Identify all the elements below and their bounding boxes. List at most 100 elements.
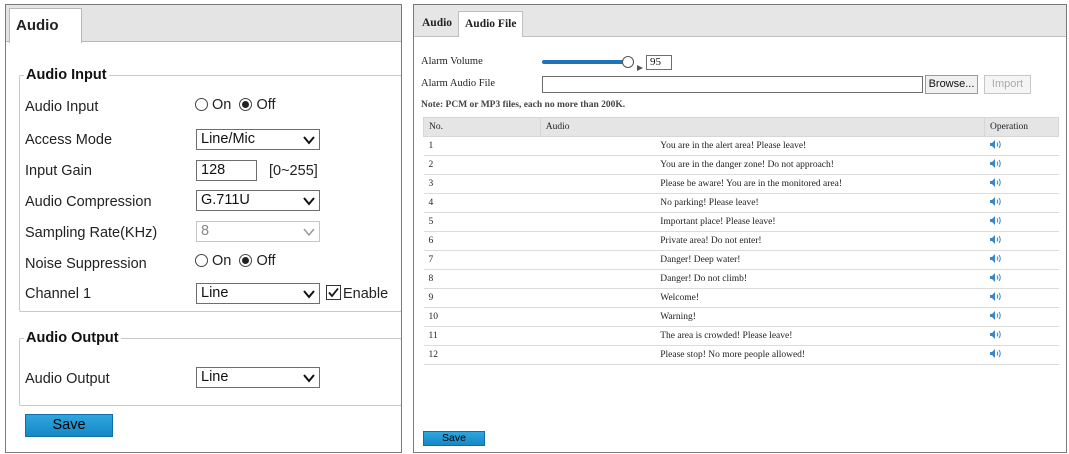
row-number: 1: [423, 136, 541, 156]
table-row: 10 Warning!: [423, 307, 1059, 327]
audio-message: Warning!: [540, 307, 985, 327]
table-row: 9 Welcome!: [423, 288, 1059, 308]
channel-1-label: Channel 1: [25, 286, 92, 302]
save-button[interactable]: Save: [25, 414, 113, 437]
channel-1-enable-checkbox[interactable]: [326, 285, 341, 300]
channel-1-enable-label: Enable: [343, 286, 389, 302]
audio-message: Welcome!: [540, 288, 985, 308]
audio-message: Danger! Do not climb!: [540, 269, 985, 289]
noise-suppression-radio-group: On Off: [195, 253, 280, 269]
row-number: 12: [423, 345, 541, 365]
audio-file-table: No. Audio Operation 1 You are in the aler…: [423, 117, 1059, 365]
audio-message: You are in the danger zone! Do not appro…: [540, 155, 985, 175]
table-row: 12 Please stop! No more people allowed!: [423, 345, 1059, 365]
table-header-row: No. Audio Operation: [423, 117, 1059, 137]
speaker-icon[interactable]: [989, 310, 1002, 324]
audio-input-off-radio[interactable]: [239, 98, 253, 111]
channel-1-value: Line: [201, 285, 229, 301]
row-number: 8: [423, 269, 541, 289]
noise-suppression-on-radio[interactable]: [195, 254, 208, 267]
speaker-icon[interactable]: [989, 139, 1002, 153]
browse-button[interactable]: Browse...: [925, 75, 978, 94]
speaker-icon[interactable]: [989, 253, 1002, 267]
input-gain-input[interactable]: 128: [196, 160, 257, 181]
speaker-icon[interactable]: [989, 158, 1002, 172]
audio-compression-select[interactable]: G.711U: [196, 190, 320, 211]
speaker-icon[interactable]: [989, 215, 1002, 229]
audio-table-body: 1 You are in the alert area! Please leave…: [423, 136, 1059, 365]
speaker-icon[interactable]: [989, 196, 1002, 210]
speaker-icon[interactable]: [989, 234, 1002, 248]
input-gain-label: Input Gain: [25, 163, 92, 179]
noise-suppression-on-label: On: [212, 253, 232, 269]
alarm-audio-file-label: Alarm Audio File: [421, 78, 496, 89]
tab-bar: Audio: [6, 5, 401, 43]
alarm-volume-slider-thumb[interactable]: [622, 56, 634, 68]
chevron-down-icon: [302, 371, 316, 385]
audio-settings-panel: Audio Audio Input Audio Input On Off Acc…: [5, 4, 402, 453]
tab-audio[interactable]: Audio: [416, 11, 458, 37]
audio-message: Important place! Please leave!: [540, 212, 985, 232]
operation-cell: [984, 136, 1059, 156]
table-row: 3 Please be aware! You are in the monitor…: [423, 174, 1059, 194]
audio-compression-label: Audio Compression: [25, 194, 152, 210]
row-number: 4: [423, 193, 541, 213]
audio-message: You are in the alert area! Please leave!: [540, 136, 985, 156]
audio-input-on-radio[interactable]: [195, 98, 208, 111]
audio-message: Private area! Do not enter!: [540, 231, 985, 251]
table-row: 7 Danger! Deep water!: [423, 250, 1059, 270]
operation-cell: [984, 345, 1059, 365]
alarm-volume-slider-track[interactable]: [542, 60, 634, 64]
audio-file-panel: Audio Audio File Alarm Volume 95 Alarm A…: [413, 4, 1067, 453]
audio-message: Please be aware! You are in the monitore…: [540, 174, 985, 194]
operation-cell: [984, 155, 1059, 175]
tab-bar: Audio Audio File: [414, 5, 1066, 37]
speaker-icon[interactable]: [989, 177, 1002, 191]
chevron-down-icon: [302, 287, 316, 301]
row-number: 11: [423, 326, 541, 346]
operation-cell: [984, 212, 1059, 232]
alarm-volume-input[interactable]: 95: [646, 55, 672, 70]
table-row: 5 Important place! Please leave!: [423, 212, 1059, 232]
chevron-down-icon: [302, 194, 316, 208]
audio-message: No parking! Please leave!: [540, 193, 985, 213]
chevron-down-icon: [302, 225, 316, 239]
speaker-icon[interactable]: [989, 329, 1002, 343]
row-number: 9: [423, 288, 541, 308]
row-number: 10: [423, 307, 541, 327]
save-button[interactable]: Save: [423, 431, 485, 446]
table-row: 2 You are in the danger zone! Do not appr…: [423, 155, 1059, 175]
audio-input-label: Audio Input: [25, 99, 99, 115]
audio-output-label: Audio Output: [25, 371, 110, 387]
speaker-icon[interactable]: [989, 272, 1002, 286]
table-row: 1 You are in the alert area! Please leave…: [423, 136, 1059, 156]
operation-cell: [984, 269, 1059, 289]
tab-audio-file[interactable]: Audio File: [458, 11, 524, 37]
audio-output-legend: Audio Output: [24, 330, 121, 346]
row-number: 7: [423, 250, 541, 270]
channel-1-select[interactable]: Line: [196, 283, 320, 304]
audio-output-value: Line: [201, 369, 229, 385]
row-number: 5: [423, 212, 541, 232]
audio-input-on-label: On: [212, 97, 232, 113]
operation-cell: [984, 307, 1059, 327]
noise-suppression-off-radio[interactable]: [239, 254, 253, 267]
noise-suppression-off-label: Off: [256, 253, 276, 269]
access-mode-select[interactable]: Line/Mic: [196, 129, 320, 150]
sampling-rate-label: Sampling Rate(KHz): [25, 225, 158, 241]
audio-message: Danger! Deep water!: [540, 250, 985, 270]
operation-cell: [984, 231, 1059, 251]
speaker-icon[interactable]: [989, 291, 1002, 305]
audio-input-legend: Audio Input: [24, 67, 109, 83]
speaker-icon[interactable]: [989, 348, 1002, 362]
audio-output-select[interactable]: Line: [196, 367, 320, 388]
tab-audio[interactable]: Audio: [9, 8, 82, 43]
checkmark-icon: [328, 287, 339, 298]
column-header-operation: Operation: [984, 117, 1059, 137]
audio-compression-value: G.711U: [201, 192, 250, 208]
table-row: 11 The area is crowded! Please leave!: [423, 326, 1059, 346]
operation-cell: [984, 288, 1059, 308]
column-header-no: No.: [423, 117, 541, 137]
alarm-audio-file-input[interactable]: [542, 76, 923, 93]
operation-cell: [984, 250, 1059, 270]
